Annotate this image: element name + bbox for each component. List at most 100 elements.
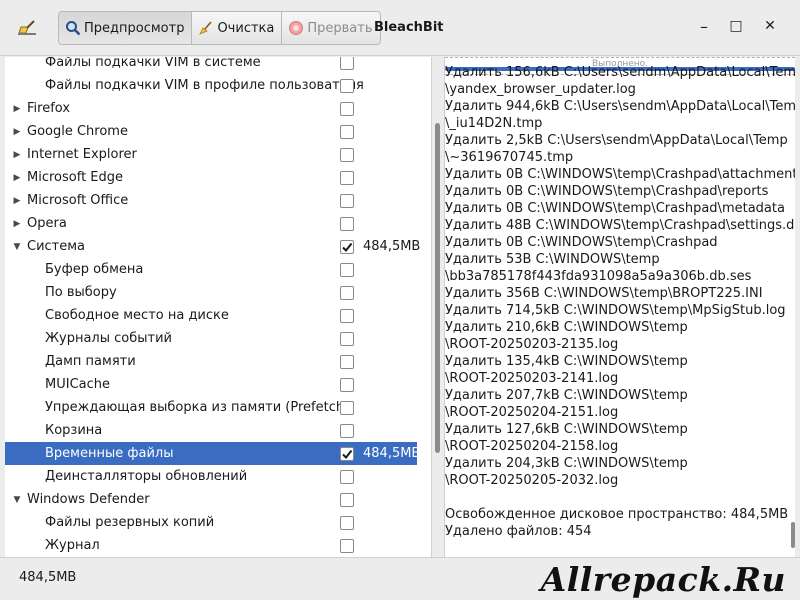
tree-row-label: Microsoft Edge (27, 170, 124, 185)
tree-row-label: Журнал (45, 538, 100, 553)
tree-row[interactable]: ▶ Firefox (5, 97, 417, 120)
expander-expanded-icon[interactable]: ▼ (11, 241, 23, 253)
expander-collapsed-icon[interactable]: ▶ (11, 195, 23, 207)
tree-scrollbar-thumb[interactable] (435, 123, 440, 453)
tree-row-checkbox[interactable] (340, 239, 354, 254)
tree-row-label: Журналы событий (45, 331, 172, 346)
main-toolbar: Предпросмотр Очистка Прервать (58, 11, 381, 45)
expander-collapsed-icon[interactable]: ▶ (11, 172, 23, 184)
tree-row-label: Дамп памяти (45, 354, 136, 369)
tree-row[interactable]: Файлы резервных копий (5, 511, 417, 534)
log-line: \ROOT-20250203-2135.log (445, 337, 619, 352)
minimize-button[interactable]: – (694, 16, 714, 36)
tree-row[interactable]: ▼ Система 484,5MB (5, 235, 421, 258)
maximize-button[interactable]: □ (726, 16, 746, 36)
tree-row[interactable]: Файлы подкачки VIM в системе (5, 57, 417, 74)
tree-row[interactable]: Корзина (5, 419, 417, 442)
tree-row[interactable]: ▶ Opera (5, 212, 417, 235)
tree-row-checkbox[interactable] (340, 193, 354, 208)
broom-icon (199, 21, 213, 35)
tree-row[interactable]: ▶ Microsoft Office (5, 189, 417, 212)
preview-button[interactable]: Предпросмотр (59, 12, 193, 44)
tree-row-checkbox[interactable] (340, 57, 354, 70)
tree-row-label: Firefox (27, 101, 71, 116)
tree-row[interactable]: Свободное место на диске (5, 304, 417, 327)
tree-row[interactable]: По выбору (5, 281, 417, 304)
expander-collapsed-icon[interactable]: ▶ (11, 103, 23, 115)
app-menu-button[interactable] (10, 14, 44, 42)
log-line: Удалить 204,3kB C:\WINDOWS\temp (445, 456, 688, 471)
tree-row-label: Microsoft Office (27, 193, 129, 208)
tree-row[interactable]: Журнал (5, 534, 417, 557)
tree-row-label: Свободное место на диске (45, 308, 229, 323)
tree-row-label: Система (27, 239, 86, 254)
tree-row-checkbox[interactable] (340, 446, 354, 461)
magnifier-icon (66, 21, 81, 36)
tree-row[interactable]: ▼ Windows Defender (5, 488, 417, 511)
tree-row[interactable]: ▶ Microsoft Edge (5, 166, 417, 189)
abort-button[interactable]: Прервать (282, 12, 379, 44)
log-line: Удалить 210,6kB C:\WINDOWS\temp (445, 320, 688, 335)
tree-row[interactable]: ▶ Google Chrome (5, 120, 417, 143)
tree-scrollbar[interactable] (432, 57, 444, 557)
tree-row-label: Буфер обмена (45, 262, 144, 277)
preview-button-label: Предпросмотр (84, 20, 185, 36)
tree-row-checkbox[interactable] (340, 423, 354, 438)
tree-row-label: Opera (27, 216, 67, 231)
expander-collapsed-icon[interactable]: ▶ (11, 218, 23, 230)
tree-row-checkbox[interactable] (340, 469, 354, 484)
expander-expanded-icon[interactable]: ▼ (11, 494, 23, 506)
tree-row[interactable]: Деинсталляторы обновлений (5, 465, 417, 488)
tree-row-label: Корзина (45, 423, 103, 438)
close-button[interactable]: ✕ (760, 16, 780, 36)
tree-row-checkbox[interactable] (340, 78, 354, 93)
expander-collapsed-icon[interactable]: ▶ (11, 126, 23, 138)
tree-row-checkbox[interactable] (340, 377, 354, 392)
tree-row-checkbox[interactable] (340, 331, 354, 346)
log-scrollbar-thumb[interactable] (791, 522, 795, 548)
log-line: Удалить 207,7kB C:\WINDOWS\temp (445, 388, 688, 403)
tree-row-checkbox[interactable] (340, 538, 354, 553)
stop-icon (289, 21, 304, 35)
tree-row[interactable]: Дамп памяти (5, 350, 417, 373)
tree-row[interactable]: Журналы событий (5, 327, 417, 350)
clean-button[interactable]: Очистка (192, 12, 283, 44)
tree-row-size: 484,5MB (363, 239, 421, 254)
tree-row-checkbox[interactable] (340, 492, 354, 507)
log-scrollbar[interactable] (787, 57, 799, 557)
tree-row-checkbox[interactable] (340, 147, 354, 162)
tree-row-label: Временные файлы (45, 446, 174, 461)
tree-row-checkbox[interactable] (340, 170, 354, 185)
tree-row[interactable]: Файлы подкачки VIM в профиле пользовател… (5, 74, 417, 97)
tree-row-checkbox[interactable] (340, 354, 354, 369)
tree-row[interactable]: Упреждающая выборка из памяти (Prefetch) (5, 396, 417, 419)
log-line: \~3619670745.tmp (445, 150, 574, 165)
abort-button-label: Прервать (307, 20, 373, 36)
clean-button-label: Очистка (217, 20, 275, 36)
tree-row[interactable]: Временные файлы 484,5MB (5, 442, 421, 465)
watermark-logo: Allrepack.Ru (540, 560, 786, 599)
header-bar: Предпросмотр Очистка Прервать BleachBit … (0, 0, 800, 56)
tree-row-label: По выбору (45, 285, 117, 300)
tree-row[interactable]: ▶ Internet Explorer (5, 143, 417, 166)
log-panel: Выполнено. Удалить 156,6kB C:\Users\send… (444, 57, 795, 557)
log-line: Удалить 944,6kB C:\Users\sendm\AppData\L… (445, 99, 795, 114)
tree-row-checkbox[interactable] (340, 308, 354, 323)
expander-collapsed-icon[interactable]: ▶ (11, 149, 23, 161)
tree-row-checkbox[interactable] (340, 515, 354, 530)
tree-row-checkbox[interactable] (340, 262, 354, 277)
tree-row-size: 484,5MB (363, 446, 421, 461)
tree-row-checkbox[interactable] (340, 216, 354, 231)
log-line: Удалить 0B C:\WINDOWS\temp\Crashpad\meta… (445, 201, 785, 216)
tree-row-label: Деинсталляторы обновлений (45, 469, 248, 484)
tree-row[interactable]: Буфер обмена (5, 258, 417, 281)
tree-row-checkbox[interactable] (340, 101, 354, 116)
tree-row-checkbox[interactable] (340, 124, 354, 139)
tree-row-checkbox[interactable] (340, 400, 354, 415)
cleaner-tree: Файлы подкачки VIM в системе Файлы подкач… (5, 57, 432, 557)
tree-row-checkbox[interactable] (340, 285, 354, 300)
log-line: Удалить 53B C:\WINDOWS\temp (445, 252, 660, 267)
log-line: Удалить 0B C:\WINDOWS\temp\Crashpad (445, 235, 718, 250)
tree-row[interactable]: MUICache (5, 373, 417, 396)
status-bar: 484,5MB Allrepack.Ru (0, 557, 800, 600)
